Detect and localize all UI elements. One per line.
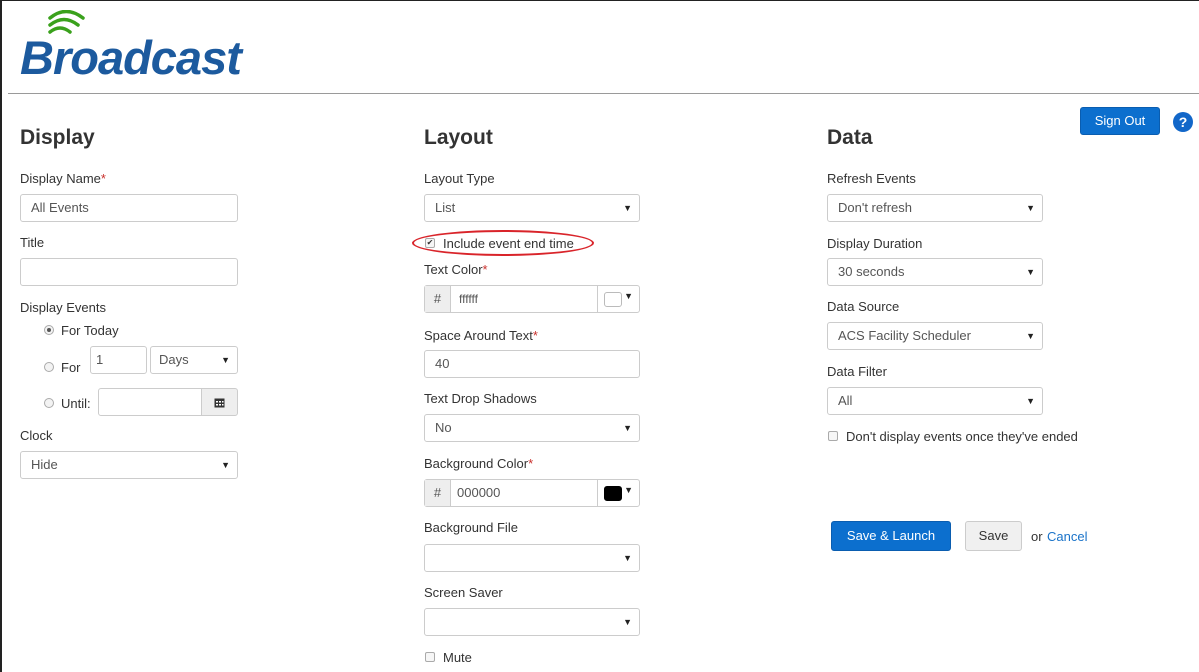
chevron-down-icon: ▼ <box>623 423 632 433</box>
text-shadows-select[interactable]: No ▼ <box>424 414 640 442</box>
clock-value: Hide <box>31 457 58 472</box>
display-name-label: Display Name* <box>20 171 106 186</box>
layout-type-value: List <box>435 200 456 215</box>
layout-type-select[interactable]: List ▼ <box>424 194 640 222</box>
chevron-down-icon: ▼ <box>221 460 230 470</box>
broadcast-logo: Broadcast <box>20 6 260 88</box>
text-color-picker-button[interactable]: ▼ <box>597 285 640 313</box>
bg-color-label: Background Color* <box>424 456 534 471</box>
chevron-down-icon: ▼ <box>1026 396 1035 406</box>
screen-saver-select[interactable]: ▼ <box>424 608 640 636</box>
filter-label: Data Filter <box>827 364 887 379</box>
until-date-input[interactable] <box>98 388 202 416</box>
display-events-label: Display Events <box>20 300 106 315</box>
text-color-input-group: # ffffff <box>424 285 598 313</box>
bg-color-input[interactable]: 000000 <box>451 480 500 506</box>
chevron-down-icon: ▼ <box>1026 331 1035 341</box>
header-divider <box>8 93 1199 94</box>
for-unit-select[interactable]: Days ▼ <box>150 346 238 374</box>
chevron-down-icon: ▼ <box>221 355 230 365</box>
mute-checkbox[interactable] <box>425 652 435 662</box>
clock-label: Clock <box>20 428 53 443</box>
duration-label: Display Duration <box>827 236 923 251</box>
bg-file-label: Background File <box>424 520 518 535</box>
refresh-select[interactable]: Don't refresh ▼ <box>827 194 1043 222</box>
chevron-down-icon: ▼ <box>623 203 632 213</box>
chevron-down-icon: ▼ <box>623 553 632 563</box>
bg-color-input-group: # 000000 <box>424 479 598 507</box>
display-heading: Display <box>20 126 95 149</box>
brand-name: Broadcast <box>20 31 242 84</box>
refresh-value: Don't refresh <box>838 200 913 215</box>
save-launch-button[interactable]: Save & Launch <box>831 521 951 551</box>
sign-out-button[interactable]: Sign Out <box>1080 107 1160 135</box>
calendar-icon <box>214 398 225 408</box>
clock-select[interactable]: Hide ▼ <box>20 451 238 479</box>
duration-value: 30 seconds <box>838 264 905 279</box>
title-input[interactable] <box>20 258 238 286</box>
for-unit-value: Days <box>159 352 189 367</box>
filter-value: All <box>838 393 853 408</box>
text-color-input[interactable]: ffffff <box>451 286 478 312</box>
for-label: For <box>61 360 81 375</box>
for-today-label: For Today <box>61 323 119 338</box>
radio-until[interactable] <box>44 398 54 408</box>
screen-saver-label: Screen Saver <box>424 585 503 600</box>
duration-select[interactable]: 30 seconds ▼ <box>827 258 1043 286</box>
hide-ended-label: Don't display events once they've ended <box>846 429 1078 444</box>
calendar-button[interactable] <box>201 388 238 416</box>
include-end-time-checkbox[interactable]: ✔ <box>425 238 435 248</box>
cancel-link[interactable]: Cancel <box>1047 529 1087 544</box>
bg-color-hash: # <box>425 480 451 506</box>
include-end-time-label: Include event end time <box>443 236 574 251</box>
title-label: Title <box>20 235 45 250</box>
until-label: Until: <box>61 396 91 411</box>
text-color-hash: # <box>425 286 451 312</box>
text-shadows-label: Text Drop Shadows <box>424 391 537 406</box>
radio-for-today[interactable] <box>44 325 54 335</box>
data-heading: Data <box>827 126 873 149</box>
radio-for[interactable] <box>44 362 54 372</box>
chevron-down-icon: ▼ <box>624 291 633 301</box>
hide-ended-checkbox[interactable] <box>828 431 838 441</box>
help-icon[interactable]: ? <box>1173 112 1193 132</box>
source-label: Data Source <box>827 299 900 314</box>
bg-color-swatch <box>604 486 622 501</box>
source-select[interactable]: ACS Facility Scheduler ▼ <box>827 322 1043 350</box>
save-button[interactable]: Save <box>965 521 1022 551</box>
layout-heading: Layout <box>424 126 493 149</box>
space-around-label: Space Around Text* <box>424 328 538 343</box>
filter-select[interactable]: All ▼ <box>827 387 1043 415</box>
text-shadows-value: No <box>435 420 452 435</box>
text-color-swatch <box>604 292 622 307</box>
refresh-label: Refresh Events <box>827 171 916 186</box>
source-value: ACS Facility Scheduler <box>838 328 971 343</box>
layout-type-label: Layout Type <box>424 171 495 186</box>
chevron-down-icon: ▼ <box>1026 267 1035 277</box>
space-around-input[interactable]: 40 <box>424 350 640 378</box>
for-count-input[interactable]: 1 <box>90 346 147 374</box>
chevron-down-icon: ▼ <box>624 485 633 495</box>
text-color-label: Text Color* <box>424 262 488 277</box>
bg-color-picker-button[interactable]: ▼ <box>597 479 640 507</box>
or-text: or <box>1031 529 1043 544</box>
bg-file-select[interactable]: ▼ <box>424 544 640 572</box>
chevron-down-icon: ▼ <box>623 617 632 627</box>
mute-label: Mute <box>443 650 472 665</box>
chevron-down-icon: ▼ <box>1026 203 1035 213</box>
display-name-input[interactable]: All Events <box>20 194 238 222</box>
